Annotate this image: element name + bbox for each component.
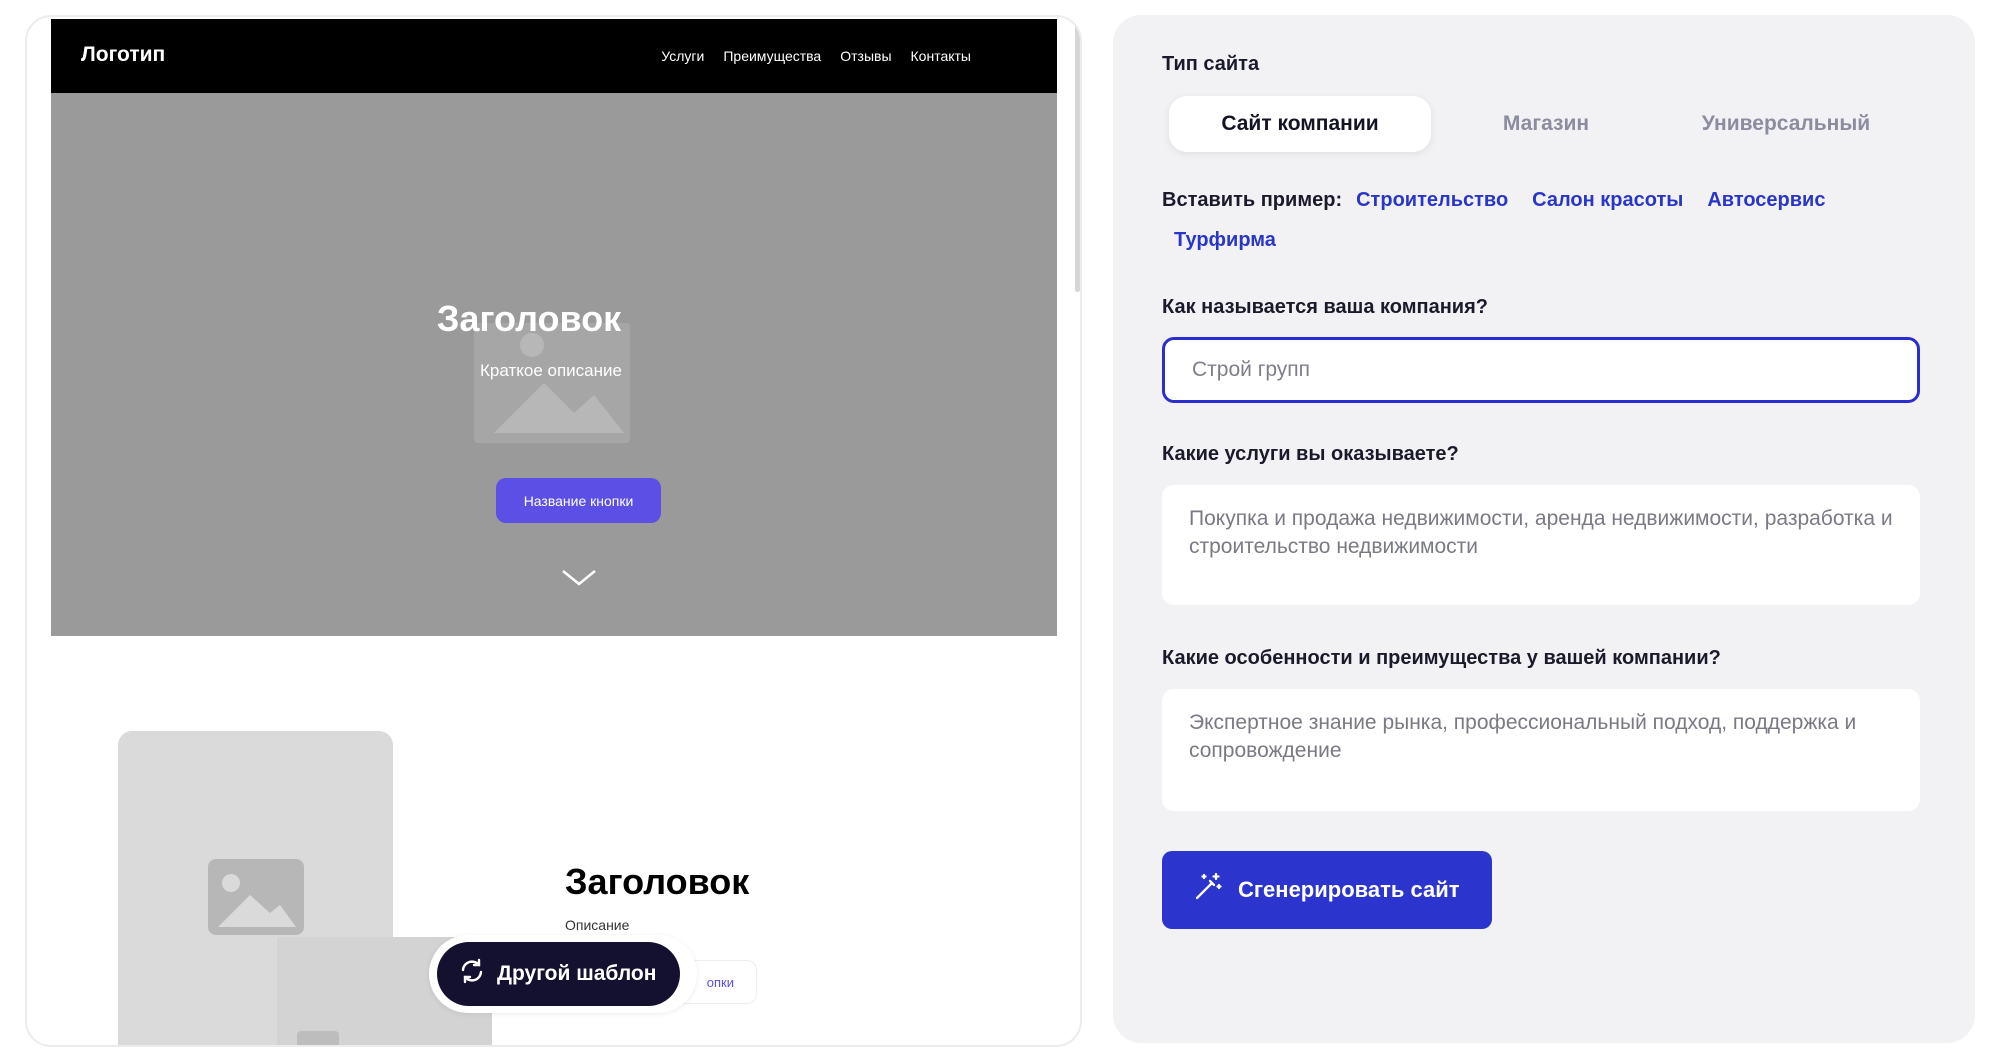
example-link-travel-agency[interactable]: Турфирма <box>1174 229 1276 252</box>
services-label: Какие услуги вы оказываете? <box>1162 443 1459 465</box>
settings-panel: Тип сайта Сайт компании Магазин Универса… <box>1113 15 1975 1043</box>
services-textarea[interactable] <box>1162 485 1920 605</box>
magic-wand-icon <box>1192 871 1224 909</box>
preview-scrollbar[interactable] <box>1075 17 1080 292</box>
preview-menu-item-advantages[interactable]: Преимущества <box>723 48 821 64</box>
site-type-option-company[interactable]: Сайт компании <box>1169 96 1431 152</box>
features-label: Какие особенности и преимущества у вашей… <box>1162 647 1721 669</box>
preview-section-title: Заголовок <box>565 861 750 902</box>
preview-hero-title: Заголовок <box>436 298 622 339</box>
preview-menu-item-services[interactable]: Услуги <box>661 48 704 64</box>
other-template-button[interactable]: Другой шаблон <box>437 942 680 1006</box>
preview-menu-item-reviews[interactable]: Отзывы <box>840 48 891 64</box>
site-type-label: Тип сайта <box>1162 53 1260 75</box>
site-type-option-shop[interactable]: Магазин <box>1431 96 1661 152</box>
examples-label: Вставить пример: <box>1162 189 1343 211</box>
preview-navbar: Логотип Услуги Преимущества Отзывы Конта… <box>51 19 1057 93</box>
example-link-car-service[interactable]: Автосервис <box>1707 189 1825 211</box>
other-template-label: Другой шаблон <box>497 962 657 985</box>
other-template-wrapper: Другой шаблон <box>429 935 697 1013</box>
preview-section-description: Описание <box>565 917 630 933</box>
site-preview: Логотип Услуги Преимущества Отзывы Конта… <box>25 15 1082 1047</box>
site-type-option-universal[interactable]: Универсальный <box>1661 96 1911 152</box>
examples-row: Вставить пример: Строительство Салон красо… <box>1162 189 1902 251</box>
preview-hero: Заголовок Краткое описание Название кноп… <box>51 93 1057 636</box>
company-name-label: Как называется ваша компания? <box>1162 296 1488 318</box>
generate-site-button[interactable]: Сгенерировать сайт <box>1162 851 1492 929</box>
refresh-icon <box>459 958 485 990</box>
preview-hero-description: Краткое описание <box>480 361 622 380</box>
generate-site-label: Сгенерировать сайт <box>1238 877 1460 902</box>
example-link-beauty-salon[interactable]: Салон красоты <box>1532 189 1683 211</box>
chevron-down-icon[interactable] <box>561 568 597 593</box>
preview-hero-button[interactable]: Название кнопки <box>496 478 661 523</box>
example-link-construction[interactable]: Строительство <box>1356 189 1508 211</box>
hero-image-placeholder-icon <box>474 323 630 443</box>
preview-menu: Услуги Преимущества Отзывы Контакты <box>661 48 971 64</box>
site-type-segmented: Сайт компании Магазин Универсальный <box>1169 96 1909 154</box>
preview-logo: Логотип <box>81 43 166 66</box>
company-name-input[interactable] <box>1162 337 1920 403</box>
preview-menu-item-contacts[interactable]: Контакты <box>911 48 971 64</box>
features-textarea[interactable] <box>1162 689 1920 811</box>
